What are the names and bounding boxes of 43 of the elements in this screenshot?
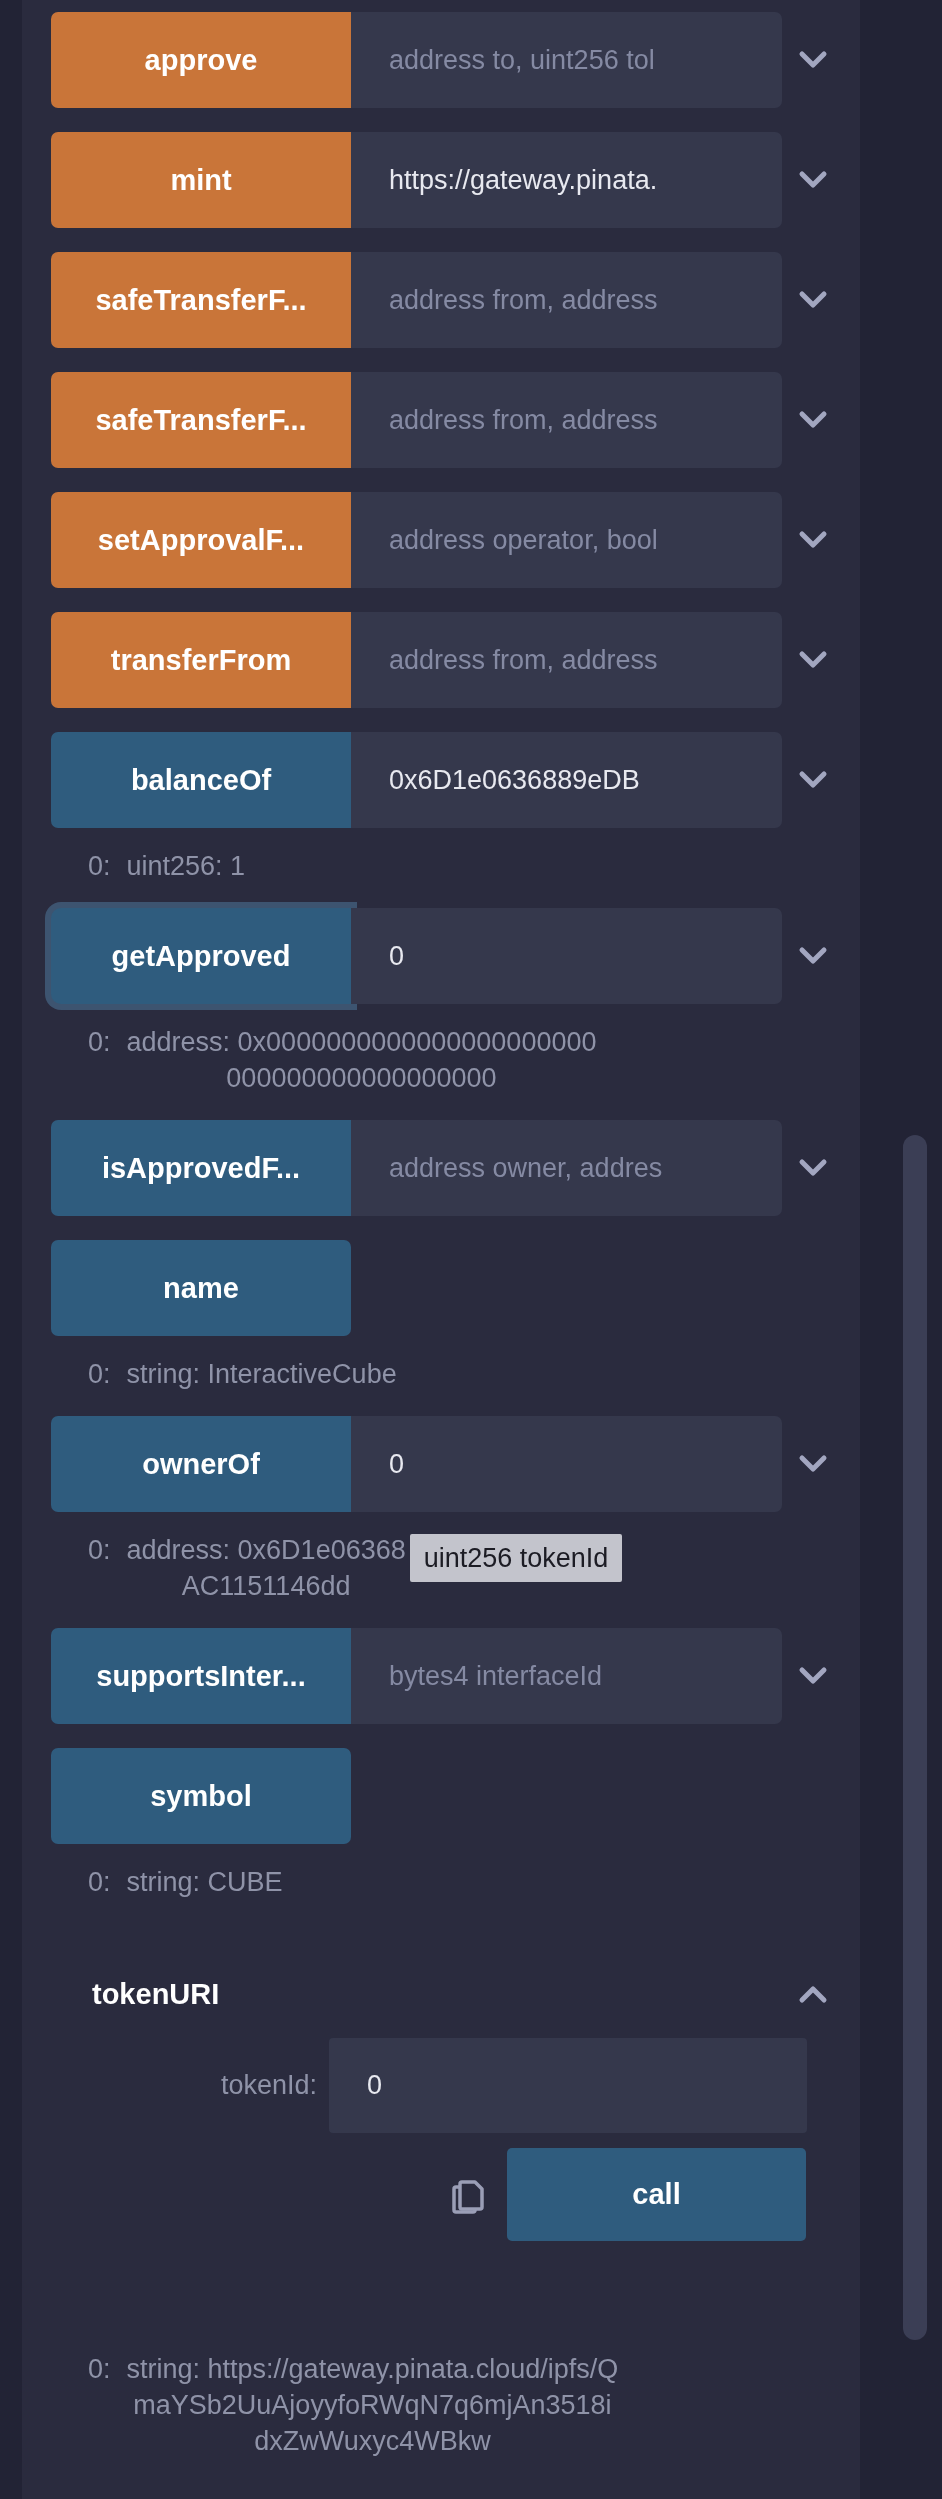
result-index: 0:: [88, 850, 111, 883]
result-index: 0:: [88, 1534, 111, 1567]
function-button[interactable]: supportsInter...: [51, 1628, 351, 1724]
function-button[interactable]: isApprovedF...: [51, 1120, 351, 1216]
function-title: tokenURI: [92, 1977, 220, 2011]
call-button[interactable]: call: [507, 2148, 806, 2241]
function-button[interactable]: ownerOf: [51, 1416, 351, 1512]
param-label: tokenId:: [219, 2070, 318, 2101]
chevron-icon[interactable]: [798, 1666, 828, 1686]
tooltip: uint256 tokenId: [409, 1534, 623, 1582]
input-field[interactable]: 0x6D1e0636889eDB: [351, 732, 782, 828]
function-button[interactable]: name: [51, 1240, 351, 1336]
input-field[interactable]: https://gateway.pinata.: [351, 132, 782, 228]
chevron-icon[interactable]: [798, 650, 828, 670]
chevron-icon[interactable]: [798, 1158, 828, 1178]
chevron-icon[interactable]: [798, 50, 828, 70]
result-text: string: https://gateway.pinata.cloud/ipfs/Q: [126, 2353, 619, 2386]
input-field[interactable]: 0: [351, 908, 782, 1004]
chevron-icon[interactable]: [798, 1454, 828, 1474]
result-text: maYSb2UuAjoyyfoRWqN7q6mjAn3518i: [133, 2389, 612, 2422]
input-field[interactable]: 0: [329, 2038, 807, 2133]
result-index: 0:: [88, 1358, 111, 1391]
result-index: 0:: [88, 1026, 111, 1059]
chevron-icon[interactable]: [798, 410, 828, 430]
scrollbar[interactable]: [903, 1135, 927, 2340]
chevron-icon[interactable]: [798, 530, 828, 550]
chevron-icon[interactable]: [798, 1984, 828, 2004]
result-text: 000000000000000000: [226, 1062, 497, 1095]
result-text: uint256: 1: [126, 850, 246, 883]
function-button[interactable]: symbol: [51, 1748, 351, 1844]
result-text: dxZwWuxyc4WBkw: [254, 2425, 491, 2458]
result-index: 0:: [88, 1866, 111, 1899]
result-text: string: CUBE: [126, 1866, 283, 1899]
result-text: address: 0x0000000000000000000000: [126, 1026, 597, 1059]
chevron-icon[interactable]: [798, 946, 828, 966]
input-field[interactable]: 0: [351, 1416, 782, 1512]
result-text: string: InteractiveCube: [126, 1358, 397, 1391]
chevron-icon[interactable]: [798, 290, 828, 310]
result-index: 0:: [88, 2353, 111, 2386]
chevron-icon[interactable]: [798, 770, 828, 790]
result-text: AC1151146dd: [181, 1570, 351, 1603]
function-button[interactable]: balanceOf: [51, 732, 351, 828]
chevron-icon[interactable]: [798, 170, 828, 190]
